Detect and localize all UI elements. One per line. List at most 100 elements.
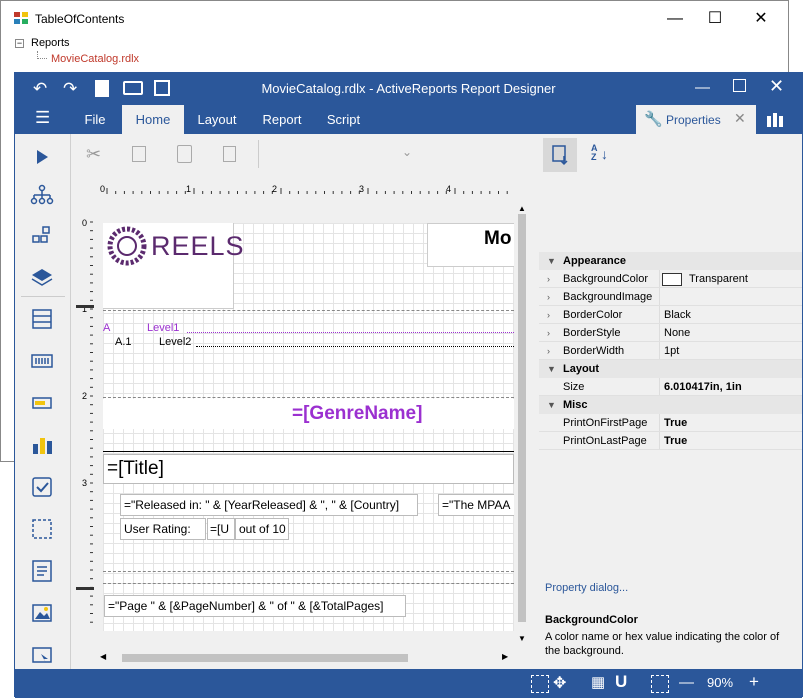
tree-root[interactable]: Reports	[31, 37, 70, 49]
minimize-button[interactable]: —	[695, 79, 710, 96]
scroll-right-icon[interactable]: ▶	[502, 652, 508, 661]
tab-file[interactable]: File	[74, 105, 116, 134]
components-icon[interactable]	[29, 224, 55, 250]
property-row[interactable]: › BackgroundImage	[539, 288, 802, 306]
close-icon[interactable]: ✕	[734, 110, 746, 127]
vertical-scrollbar[interactable]: ▲ ▼	[515, 202, 529, 648]
property-name: BorderWidth	[563, 345, 625, 357]
toc-level2[interactable]: A.1 Level2	[103, 336, 514, 348]
hamburger-menu-icon[interactable]: ☰	[35, 108, 50, 128]
copy-icon[interactable]	[132, 146, 146, 162]
tab-script[interactable]: Script	[321, 105, 366, 134]
input-field-icon[interactable]	[29, 642, 55, 668]
page-footer-textbox[interactable]: ="Page " & [&PageNumber] & " of " & [&To…	[104, 595, 406, 617]
property-value[interactable]: True	[664, 414, 687, 432]
pointer-icon[interactable]	[29, 144, 55, 170]
out-of-text: out of 10	[239, 522, 286, 536]
logo-image[interactable]: REELS	[103, 223, 244, 309]
delete-icon[interactable]	[223, 146, 236, 162]
color-swatch[interactable]	[662, 273, 682, 286]
tab-report[interactable]: Report	[257, 105, 307, 134]
property-value[interactable]: Black	[664, 306, 691, 324]
horizontal-scrollbar[interactable]: ◀ ▶	[96, 651, 515, 665]
released-text: ="Released in: " & [YearReleased] & ", "…	[124, 498, 400, 512]
genre-textbox[interactable]: =[GenreName]	[103, 399, 514, 429]
chevron-down-icon[interactable]: ▼	[547, 360, 556, 378]
property-value[interactable]: Transparent	[689, 270, 748, 288]
image-icon[interactable]	[29, 600, 55, 626]
close-button[interactable]: ✕	[769, 76, 784, 97]
tab-home[interactable]: Home	[122, 105, 184, 134]
toc-level1[interactable]: A Level1	[103, 322, 514, 334]
property-category[interactable]: ▼ Appearance	[539, 252, 802, 270]
formatted-text-icon[interactable]	[29, 558, 55, 584]
categorized-button[interactable]	[543, 138, 577, 172]
chevron-right-icon[interactable]: ›	[547, 342, 550, 360]
zoom-level[interactable]: 90%	[707, 675, 733, 690]
table-icon[interactable]	[29, 306, 55, 332]
property-category-label: Appearance	[563, 255, 626, 267]
grid-icon[interactable]: ▦	[591, 673, 605, 691]
tab-layout[interactable]: Layout	[192, 105, 242, 134]
select-mode-icon[interactable]	[531, 675, 549, 693]
zoom-out-icon[interactable]: —	[679, 674, 694, 691]
maximize-button[interactable]: ☐	[695, 7, 735, 31]
property-value[interactable]: None	[664, 324, 690, 342]
chevron-right-icon[interactable]: ›	[547, 306, 550, 324]
checkbox-icon[interactable]	[29, 474, 55, 500]
report-explorer-icon[interactable]	[766, 112, 784, 128]
tree-child[interactable]: MovieCatalog.rdlx	[51, 53, 139, 65]
pan-icon[interactable]: ✥	[553, 673, 566, 693]
property-row[interactable]: › BorderStyle None	[539, 324, 802, 342]
title-textbox[interactable]: =[Title]	[103, 454, 514, 484]
property-row[interactable]: › BackgroundColor Transparent	[539, 270, 802, 288]
property-row[interactable]: PrintOnLastPage True	[539, 432, 802, 450]
property-row[interactable]: › BorderColor Black	[539, 306, 802, 324]
cut-icon[interactable]: ✂	[86, 144, 101, 165]
property-value[interactable]: True	[664, 432, 687, 450]
tab-properties[interactable]: 🔧 Properties ✕	[636, 105, 756, 134]
container-icon[interactable]	[29, 516, 55, 542]
property-category[interactable]: ▼ Layout	[539, 360, 802, 378]
mpaa-textbox[interactable]: ="The MPAA	[438, 494, 514, 516]
property-row[interactable]: PrintOnFirstPage True	[539, 414, 802, 432]
help-text: A color name or hex value indicating the…	[545, 631, 780, 657]
collapse-icon[interactable]: −	[15, 39, 24, 48]
header-textbox[interactable]: Mo	[427, 223, 514, 267]
bullet-icon[interactable]	[29, 390, 55, 416]
property-row[interactable]: › BorderWidth 1pt	[539, 342, 802, 360]
close-button[interactable]: ✕	[741, 7, 781, 31]
chevron-right-icon[interactable]: ›	[547, 288, 550, 306]
paste-icon[interactable]	[177, 145, 192, 163]
property-value[interactable]: 6.010417in, 1in	[664, 378, 742, 396]
user-rating-textbox[interactable]: =[U	[207, 518, 235, 540]
chevron-right-icon[interactable]: ›	[547, 270, 550, 288]
scroll-left-icon[interactable]: ◀	[100, 652, 106, 661]
snap-magnet-icon[interactable]: U	[615, 672, 627, 692]
property-dialog-link[interactable]: Property dialog...	[545, 582, 628, 594]
maximize-button[interactable]	[733, 79, 746, 92]
property-row[interactable]: Size 6.010417in, 1in	[539, 378, 802, 396]
horizontal-scroll-thumb[interactable]	[122, 654, 408, 662]
property-category[interactable]: ▼ Misc	[539, 396, 802, 414]
zoom-in-icon[interactable]: +	[749, 672, 759, 692]
out-of-textbox[interactable]: out of 10	[235, 518, 289, 540]
minimize-button[interactable]: —	[655, 7, 695, 31]
chevron-down-icon[interactable]: ▼	[547, 396, 556, 414]
hierarchy-icon[interactable]	[29, 182, 55, 208]
alphabetical-button[interactable]: AZ ↓	[585, 138, 619, 172]
barcode-icon[interactable]	[29, 348, 55, 374]
chevron-down-icon[interactable]: ⌄	[402, 145, 412, 159]
vertical-scroll-thumb[interactable]	[518, 214, 526, 622]
user-rating-label-box[interactable]: User Rating:	[120, 518, 206, 540]
snap-lines-icon[interactable]	[651, 675, 669, 693]
scroll-up-icon[interactable]: ▲	[518, 204, 526, 213]
property-value[interactable]: 1pt	[664, 342, 679, 360]
scroll-down-icon[interactable]: ▼	[518, 634, 526, 643]
layers-icon[interactable]	[29, 264, 55, 290]
chart-icon[interactable]	[29, 432, 55, 458]
released-textbox[interactable]: ="Released in: " & [YearReleased] & ", "…	[120, 494, 418, 516]
title-bar: ↶ ↷ MovieCatalog.rdlx - ActiveReports Re…	[15, 73, 802, 105]
chevron-down-icon[interactable]: ▼	[547, 252, 556, 270]
chevron-right-icon[interactable]: ›	[547, 324, 550, 342]
